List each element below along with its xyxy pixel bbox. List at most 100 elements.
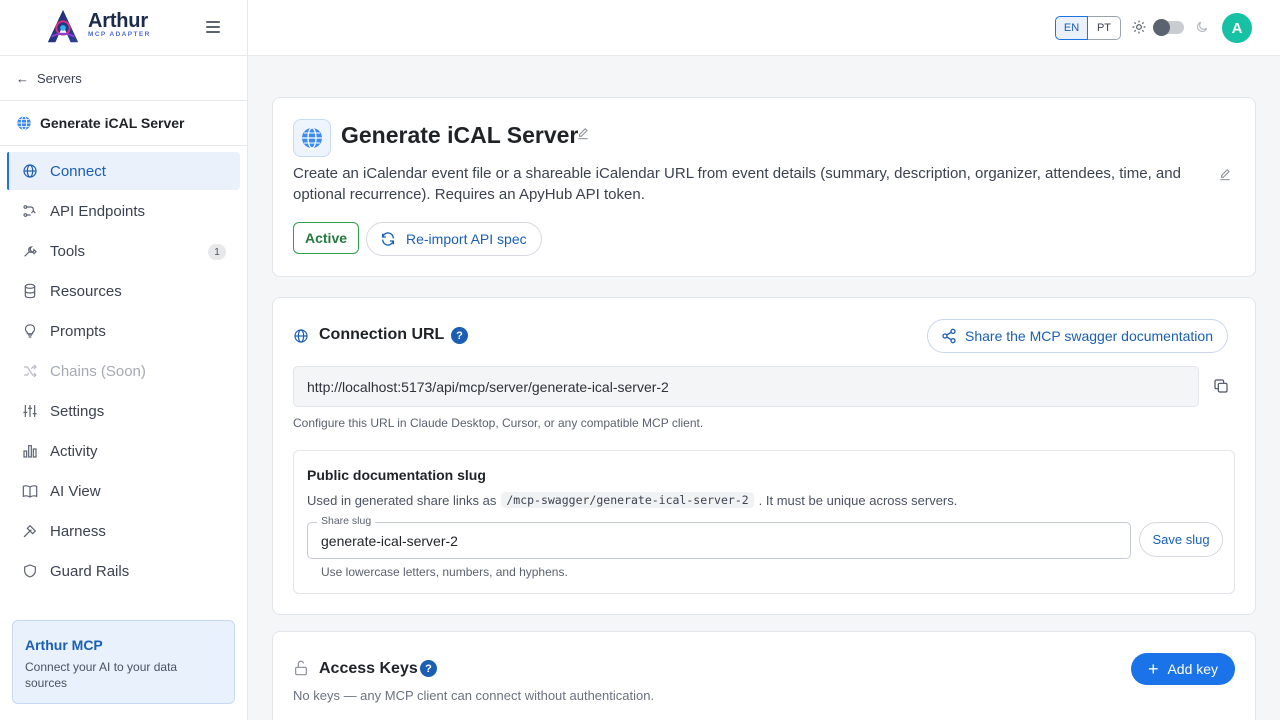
slug-desc-before: Used in generated share links as	[307, 492, 497, 508]
sun-icon	[1132, 20, 1146, 34]
plus-icon: +	[1147, 659, 1159, 679]
current-server: Generate iCAL Server	[0, 101, 247, 146]
status-badge: Active	[293, 222, 360, 254]
sidebar-item-prompts[interactable]: Prompts	[7, 312, 240, 350]
book-icon	[22, 483, 38, 499]
share-slug-label: Share slug	[317, 515, 376, 527]
sidebar: Arthur MCP ADAPTER ← Servers Generate iC…	[0, 0, 248, 720]
sidebar-item-label: AI View	[50, 482, 101, 500]
harness-icon	[22, 523, 38, 539]
reimport-api-spec-button[interactable]: Re-import API spec	[366, 222, 542, 256]
lang-pt-button[interactable]: PT	[1088, 16, 1121, 40]
sidebar-item-connect[interactable]: Connect	[7, 152, 240, 190]
brand-text: Arthur MCP ADAPTER	[88, 10, 151, 38]
public-slug-section: Public documentation slug Used in genera…	[293, 450, 1235, 594]
tools-icon	[22, 243, 38, 259]
sidebar-item-label: Prompts	[50, 322, 106, 340]
promo-card: Arthur MCP Connect your AI to your data …	[12, 620, 235, 704]
sidebar-item-activity[interactable]: Activity	[7, 432, 240, 470]
slug-path-code: /mcp-swagger/generate-ical-server-2	[501, 492, 754, 508]
server-name: Generate iCAL Server	[40, 115, 185, 131]
menu-toggle-icon[interactable]	[206, 21, 220, 33]
slug-hint: Use lowercase letters, numbers, and hyph…	[321, 565, 568, 579]
connection-card: Connection URL ? Share the MCP swagger d…	[272, 297, 1256, 615]
globe-icon	[302, 127, 322, 149]
help-icon[interactable]: ?	[420, 660, 437, 677]
sidebar-item-chains: Chains (Soon)	[7, 352, 240, 390]
bar-chart-icon	[22, 443, 38, 459]
arthur-logo-icon[interactable]	[44, 8, 82, 46]
connection-url-title: Connection URL	[319, 326, 445, 343]
slug-title: Public documentation slug	[307, 467, 486, 483]
connection-url-field[interactable]: http://localhost:5173/api/mcp/server/gen…	[293, 366, 1199, 407]
slug-desc-after: . It must be unique across servers.	[758, 492, 958, 508]
server-description: Create an iCalendar event file or a shar…	[293, 165, 1181, 203]
save-slug-button[interactable]: Save slug	[1139, 522, 1223, 557]
sidebar-item-api-endpoints[interactable]: API Endpoints	[7, 192, 240, 230]
sidebar-item-label: Tools	[50, 242, 86, 260]
sidebar-item-label: Connect	[50, 162, 106, 180]
theme-toggle[interactable]	[1153, 19, 1184, 36]
sidebar-item-label: Activity	[50, 442, 98, 460]
arrow-left-icon: ←	[16, 70, 29, 86]
back-label: Servers	[37, 70, 82, 86]
lang-en-button[interactable]: EN	[1055, 16, 1088, 40]
endpoints-icon	[22, 203, 38, 219]
sidebar-item-harness[interactable]: Harness	[7, 512, 240, 550]
globe-icon	[294, 329, 308, 343]
globe-icon	[22, 163, 38, 179]
sidebar-item-ai-view[interactable]: AI View	[7, 472, 240, 510]
sidebar-item-tools[interactable]: Tools 1	[7, 232, 240, 270]
topbar: EN PT A	[248, 0, 1280, 56]
lightbulb-icon	[22, 323, 38, 339]
add-key-button[interactable]: + Add key	[1131, 653, 1235, 685]
back-to-servers-link[interactable]: ← Servers	[0, 56, 247, 101]
refresh-icon	[381, 232, 395, 246]
server-header-card: Generate iCAL Server Create an iCalendar…	[272, 97, 1256, 277]
moon-icon	[1197, 21, 1208, 32]
sidebar-item-resources[interactable]: Resources	[7, 272, 240, 310]
user-avatar[interactable]: A	[1222, 13, 1252, 43]
tools-count-badge: 1	[208, 244, 226, 260]
edit-description-icon[interactable]	[1218, 168, 1232, 182]
sidebar-item-label: API Endpoints	[50, 202, 146, 220]
sidebar-item-label: Chains (Soon)	[50, 362, 146, 380]
sidebar-item-settings[interactable]: Settings	[7, 392, 240, 430]
access-keys-title: Access Keys	[319, 660, 418, 677]
sliders-icon	[22, 403, 38, 419]
share-slug-field-wrapper: Share slug	[307, 515, 1131, 559]
language-switcher: EN PT	[1055, 16, 1121, 40]
page-title: Generate iCAL Server	[341, 122, 579, 148]
promo-title: Arthur MCP	[25, 637, 103, 653]
brand-header: Arthur MCP ADAPTER	[0, 0, 247, 56]
sidebar-nav: Connect API Endpoints Tools 1 Resources	[0, 146, 247, 590]
share-label: Share the MCP swagger documentation	[965, 328, 1213, 344]
lock-icon	[295, 660, 307, 676]
share-slug-input[interactable]	[308, 523, 1130, 558]
theme-toggle-knob	[1153, 19, 1170, 36]
edit-title-icon[interactable]	[576, 127, 590, 141]
shuffle-icon	[22, 363, 38, 379]
sidebar-item-label: Settings	[50, 402, 105, 420]
slug-description: Used in generated share links as /mcp-sw…	[307, 492, 957, 508]
sidebar-item-label: Resources	[50, 282, 122, 300]
sidebar-item-label: Harness	[50, 522, 106, 540]
server-icon	[293, 119, 331, 157]
shield-icon	[22, 563, 38, 579]
access-keys-hint: No keys — any MCP client can connect wit…	[293, 688, 655, 703]
share-swagger-button[interactable]: Share the MCP swagger documentation	[927, 319, 1228, 353]
brand-name: Arthur	[88, 10, 148, 32]
copy-icon[interactable]	[1213, 378, 1229, 394]
share-icon	[942, 328, 956, 344]
promo-text: Connect your AI to your data sources	[25, 660, 178, 690]
globe-icon	[17, 115, 31, 131]
database-icon	[22, 283, 38, 299]
access-keys-card: Access Keys ? + Add key No keys — any MC…	[272, 631, 1256, 720]
help-icon[interactable]: ?	[451, 327, 468, 344]
reimport-label: Re-import API spec	[406, 231, 527, 247]
sidebar-item-guard-rails[interactable]: Guard Rails	[7, 552, 240, 590]
connection-hint: Configure this URL in Claude Desktop, Cu…	[293, 416, 704, 430]
sidebar-item-label: Guard Rails	[50, 562, 130, 580]
brand-subtitle: MCP ADAPTER	[88, 31, 151, 38]
add-key-label: Add key	[1167, 661, 1219, 677]
